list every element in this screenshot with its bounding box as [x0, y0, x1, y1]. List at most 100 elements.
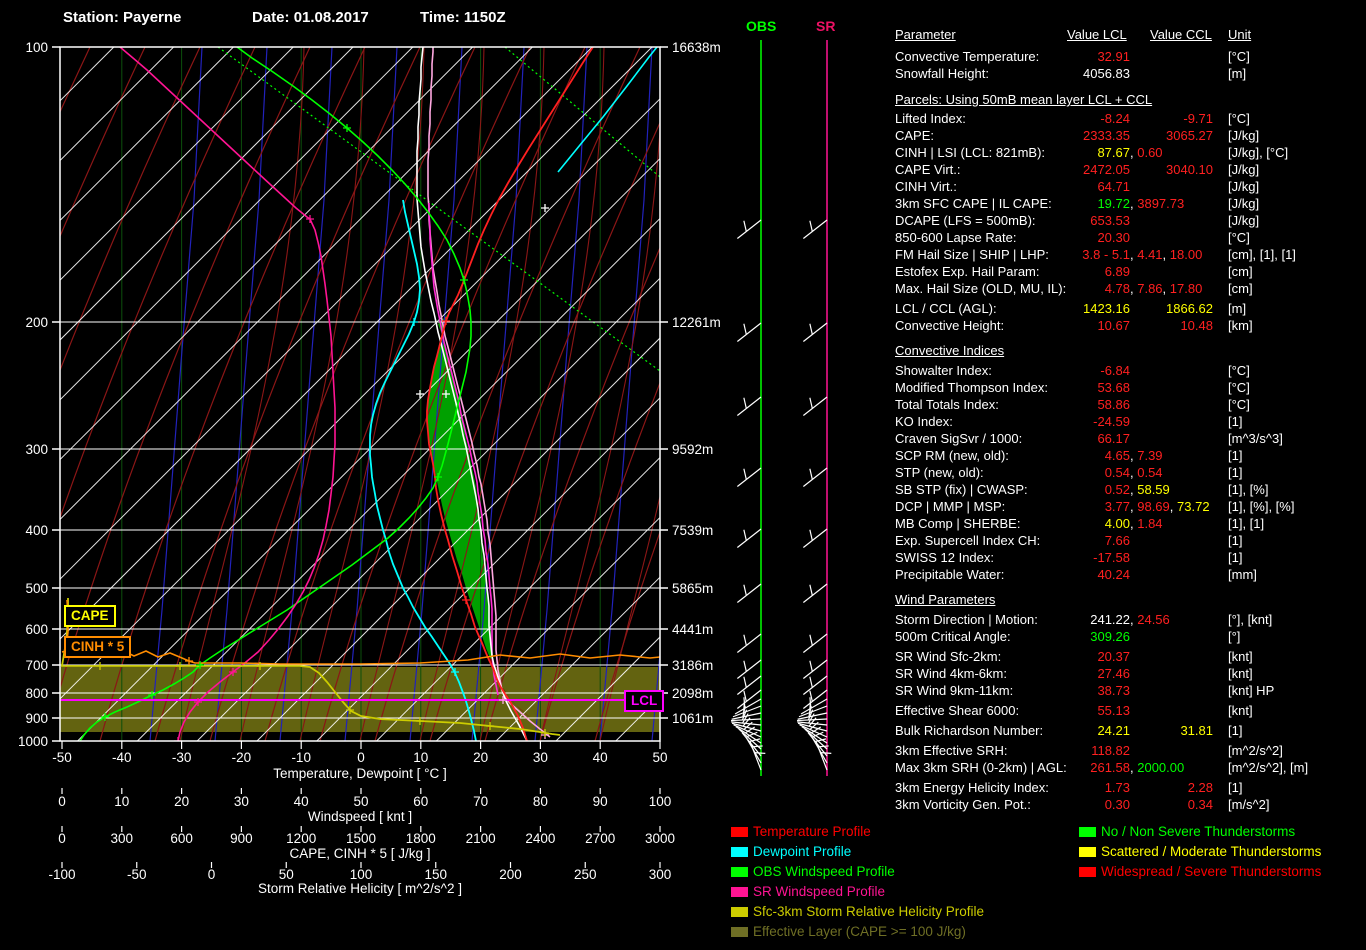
obs-windspeed-profile-curve: [79, 47, 472, 741]
value-lcl-cell: 6.89: [895, 264, 1130, 279]
windspeed-axis-tick-label: 60: [413, 794, 428, 809]
cape-axis-tick-label: 600: [170, 831, 193, 846]
unit-cell: [J/kg]: [1228, 128, 1260, 143]
value-lcl-cell: 1423.16: [895, 301, 1130, 316]
temperature-axis-tick-label: 20: [473, 750, 488, 765]
wind-barb: [802, 583, 828, 603]
legend-label: Scattered / Moderate Thunderstorms: [1101, 844, 1322, 859]
parameter-table: Parameter Value LCL Value CCL Unit Convectiv…: [895, 0, 1366, 830]
table-section-row: Wind Parameters: [895, 592, 1366, 608]
station-label: Station: Payerne: [63, 9, 182, 26]
srh-axis-tick-label: 150: [424, 867, 447, 882]
windspeed-axis-tick-label: 20: [174, 794, 189, 809]
wind-barb-feather: [743, 660, 747, 672]
value-segment: 10.48: [1180, 318, 1213, 333]
pressure-tick-label: 600: [25, 622, 48, 637]
obs-column-label: OBS: [746, 18, 777, 34]
moist-adiabat-gridline: [539, 123, 660, 741]
srh-axis-tick-label: -50: [127, 867, 147, 882]
table-row: 500m Critical Angle: 309.26 [°]: [895, 629, 1366, 645]
value-lcl-cell: 64.71: [895, 179, 1130, 194]
value-segment: ,: [1162, 281, 1170, 296]
value-ccl-cell: 1866.62: [1132, 301, 1213, 316]
table-row: 3km Effective SRH: 118.82 [m^2/s^2]: [895, 743, 1366, 759]
value-segment: 118.82: [1091, 743, 1130, 758]
windspeed-axis-title: Windspeed [ knt ]: [308, 809, 412, 824]
wind-barb-feather: [743, 634, 747, 646]
value-lcl-cell: 27.46: [895, 666, 1130, 681]
value-segment: 4056.83: [1083, 66, 1130, 81]
table-row: KO Index: -24.59 [1]: [895, 414, 1366, 430]
value-lcl-cell: -8.24: [895, 111, 1130, 126]
wind-barb-feather: [809, 634, 813, 646]
wind-barb-feather: [809, 397, 813, 409]
wind-barb: [736, 467, 762, 487]
value-extra-cell: , 1.84: [1130, 516, 1163, 531]
unit-cell: [km]: [1228, 318, 1253, 333]
cape-axis-tick-label: 300: [111, 831, 134, 846]
value-segment: 7.39: [1137, 448, 1163, 463]
table-row: SR Wind 9km-11km: 38.73 [knt] HP: [895, 683, 1366, 699]
height-tick-label: 2098m: [672, 686, 713, 701]
section-header: Parcels: Using 50mB mean layer LCL + CCL: [895, 92, 1153, 107]
table-row: Convective Temperature: 32.91 [°C]: [895, 49, 1366, 65]
cape-axis-tick-label: 1500: [346, 831, 376, 846]
value-segment: 261.58: [1090, 760, 1130, 775]
wind-barb-feather: [809, 529, 813, 541]
srh-axis-tick-label: 200: [499, 867, 522, 882]
temperature-axis-tick-label: 30: [533, 750, 548, 765]
table-row: SB STP (fix) | CWASP: 0.52, 58.59 [1], [%]: [895, 482, 1366, 498]
legend-swatch: [1079, 867, 1096, 877]
value-segment: 40.24: [1097, 567, 1130, 582]
cape-axis-tick-label: 1800: [406, 831, 436, 846]
height-tick-label: 12261m: [672, 315, 721, 330]
table-row: DCAPE (LFS = 500mB): 653.53 [J/kg]: [895, 213, 1366, 229]
value-segment: 4.65: [1104, 448, 1130, 463]
value-segment: 3897.73: [1137, 196, 1185, 211]
value-lcl-cell: 0.54: [895, 465, 1130, 480]
legend-label: Widespread / Severe Thunderstorms: [1101, 864, 1322, 879]
mixing-ratio-gridline: [534, 47, 588, 741]
value-lcl-cell: -6.84: [895, 363, 1130, 378]
value-lcl-cell: 20.30: [895, 230, 1130, 245]
value-lcl-cell: 653.53: [895, 213, 1130, 228]
value-segment: 66.17: [1097, 431, 1130, 446]
pressure-tick-label: 500: [25, 581, 48, 596]
windspeed-axis-tick-label: 10: [114, 794, 129, 809]
value-segment: 24.21: [1097, 723, 1130, 738]
value-segment: 58.86: [1097, 397, 1130, 412]
unit-cell: [1]: [1228, 414, 1243, 429]
value-extra-cell: , 7.86, 17.80: [1130, 281, 1202, 296]
unit-cell: [cm]: [1228, 281, 1253, 296]
value-segment: 1.84: [1137, 516, 1163, 531]
table-row: CAPE Virt.: 2472.05 3040.10 [J/kg]: [895, 162, 1366, 178]
value-segment: 17.80: [1169, 281, 1203, 296]
table-row: 850-600 Lapse Rate: 20.30 [°C]: [895, 230, 1366, 246]
value-segment: 20.30: [1097, 230, 1130, 245]
table-row: SWISS 12 Index: -17.58 [1]: [895, 550, 1366, 566]
pressure-tick-label: 200: [25, 315, 48, 330]
value-lcl-cell: 7.66: [895, 533, 1130, 548]
srh-axis-tick-label: 250: [574, 867, 597, 882]
legend-label: Sfc-3km Storm Relative Helicity Profile: [753, 904, 985, 919]
value-ccl-cell: 3065.27: [1132, 128, 1213, 143]
temperature-axis-tick-label: 10: [413, 750, 428, 765]
section-header: Convective Indices: [895, 343, 1005, 358]
sounding-app-window: 100 16638m 200 12261m 300 9592m 400 7539m 500 586…: [0, 0, 1366, 950]
wind-barb-feather: [809, 676, 813, 688]
pressure-tick-label: 800: [25, 686, 48, 701]
wind-barb: [736, 583, 762, 603]
data-point-marker: [416, 390, 424, 398]
wind-barb-feather: [809, 323, 813, 335]
value-segment: -24.59: [1093, 414, 1130, 429]
table-row: Precipitable Water: 40.24 [mm]: [895, 567, 1366, 583]
value-ccl-cell: 10.48: [1132, 318, 1213, 333]
wind-barb-feather: [743, 529, 747, 541]
value-ccl-cell: 0.34: [1132, 797, 1213, 812]
value-lcl-cell: 10.67: [895, 318, 1130, 333]
value-lcl-cell: 20.37: [895, 649, 1130, 664]
wind-barb: [802, 659, 828, 679]
legend-label: OBS Windspeed Profile: [753, 864, 895, 879]
obs-wind-column: [731, 40, 766, 776]
value-segment: 2333.35: [1083, 128, 1130, 143]
